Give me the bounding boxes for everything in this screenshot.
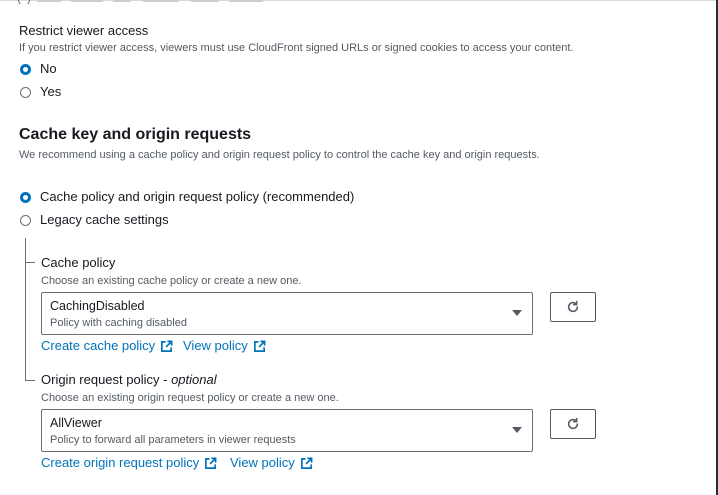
refresh-icon — [567, 300, 579, 313]
radio-unselected-icon[interactable] — [20, 86, 31, 98]
caret-down-icon — [512, 310, 522, 316]
create-cache-policy-link-text: Create cache policy — [41, 338, 156, 353]
radio-selected-icon[interactable] — [20, 191, 31, 203]
origin-policy-selected-description: Policy to forward all parameters in view… — [50, 434, 296, 446]
origin-request-policy-select[interactable]: AllViewer Policy to forward all paramete… — [41, 409, 533, 452]
optional-tag: optional — [171, 372, 217, 387]
create-origin-request-policy-link[interactable]: Create origin request policy — [41, 455, 217, 471]
external-link-icon — [160, 340, 173, 353]
radio-cache-policy-label: Cache policy and origin request policy (… — [40, 189, 355, 204]
refresh-icon — [567, 417, 579, 430]
radio-unselected-icon[interactable] — [20, 214, 31, 226]
create-cache-policy-link[interactable]: Create cache policy — [41, 338, 173, 354]
tree-connector-vertical — [25, 238, 26, 380]
cache-policy-description: Choose an existing cache policy or creat… — [41, 275, 302, 287]
tree-connector-origin — [25, 380, 35, 381]
origin-request-policy-description: Choose an existing origin request policy… — [41, 392, 339, 404]
refresh-cache-policy-button[interactable] — [550, 292, 596, 322]
radio-cache-policy-recommended[interactable]: Cache policy and origin request policy (… — [20, 189, 354, 205]
external-link-icon — [300, 457, 313, 470]
cache-policy-label: Cache policy — [41, 255, 116, 270]
cut-off-previous-options — [18, 0, 278, 4]
view-origin-policy-link-text: View policy — [230, 455, 295, 470]
radio-restrict-yes-label: Yes — [40, 84, 62, 99]
radio-selected-icon[interactable] — [20, 63, 31, 75]
restrict-viewer-access-description: If you restrict viewer access, viewers m… — [19, 42, 574, 54]
view-cache-policy-link[interactable]: View policy — [183, 338, 266, 354]
external-link-icon — [204, 457, 217, 470]
caret-down-icon — [512, 427, 522, 433]
external-link-icon — [253, 340, 266, 353]
radio-restrict-yes[interactable]: Yes — [20, 84, 61, 100]
view-cache-policy-link-text: View policy — [183, 338, 248, 353]
tree-connector-cache — [25, 262, 35, 263]
restrict-viewer-access-label: Restrict viewer access — [19, 23, 149, 38]
refresh-origin-policy-button[interactable] — [550, 409, 596, 439]
cache-section-description: We recommend using a cache policy and or… — [19, 149, 540, 161]
view-origin-policy-link[interactable]: View policy — [230, 455, 313, 471]
radio-legacy-label: Legacy cache settings — [40, 212, 169, 227]
radio-restrict-no[interactable]: No — [20, 61, 57, 77]
cache-policy-selected-description: Policy with caching disabled — [50, 317, 187, 329]
radio-restrict-no-label: No — [40, 61, 57, 76]
cache-policy-select[interactable]: CachingDisabled Policy with caching disa… — [41, 292, 533, 335]
origin-request-policy-label: Origin request policy - optional — [41, 372, 217, 387]
cache-section-heading: Cache key and origin requests — [19, 126, 252, 143]
radio-legacy-cache-settings[interactable]: Legacy cache settings — [20, 212, 169, 228]
create-origin-policy-link-text: Create origin request policy — [41, 455, 200, 470]
cache-policy-selected-value: CachingDisabled — [50, 299, 145, 313]
origin-policy-selected-value: AllViewer — [50, 416, 102, 430]
